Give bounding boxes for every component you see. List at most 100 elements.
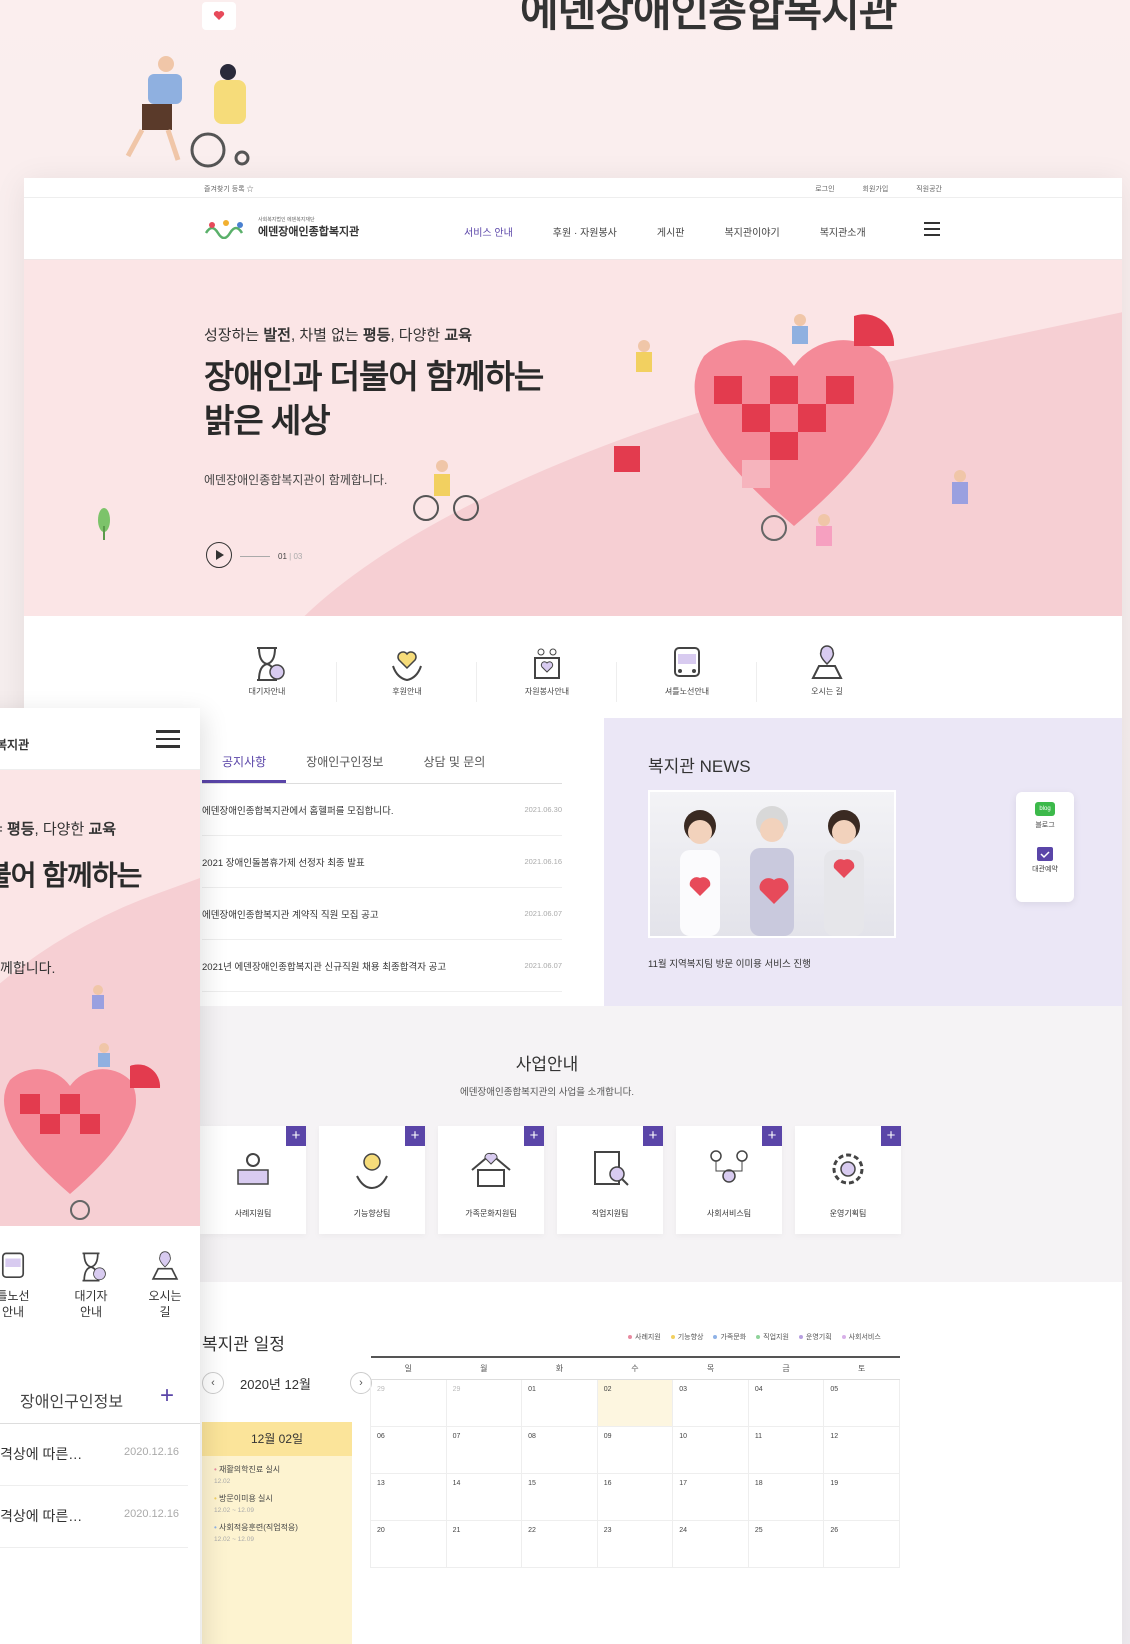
- mobile-hamburger-icon[interactable]: [156, 730, 180, 753]
- event-item[interactable]: • 방문이미용 실시 12.02 ~ 12.09: [202, 1485, 352, 1514]
- calendar-day[interactable]: 12: [823, 1425, 900, 1474]
- tab-notice[interactable]: 공지사항: [202, 748, 287, 783]
- calendar-day[interactable]: 09: [596, 1425, 674, 1474]
- schedule-section: 복지관 일정 사례지원 기능향상 가족문화 직업지원 운영기획 사회서비스 ‹ …: [202, 1282, 1102, 1644]
- calendar-day[interactable]: 29: [370, 1378, 447, 1427]
- notice-row[interactable]: 2021 장애인돌봄휴가제 선정자 최종 발표 2021.06.16: [202, 836, 562, 888]
- biz-card-function[interactable]: + 기능향상팀: [319, 1126, 425, 1234]
- plus-icon[interactable]: +: [643, 1126, 663, 1146]
- couple-wheelchair-illustration: [125, 2, 250, 168]
- menu-service[interactable]: 서비스 안내: [464, 224, 513, 239]
- site-logo[interactable]: 사회복지법인 에덴복지재단 에덴장애인종합복지관: [204, 216, 359, 239]
- bookmark-link[interactable]: 즐겨찾기 등록 ☆: [204, 184, 254, 194]
- event-item[interactable]: • 사회적응훈련(직업적응) 12.02 ~ 12.09: [202, 1514, 352, 1543]
- gear-icon: [832, 1153, 864, 1185]
- document-search-icon: [594, 1151, 629, 1186]
- join-link[interactable]: 회원가입: [863, 186, 889, 193]
- menu-about[interactable]: 복지관소개: [820, 224, 866, 239]
- calendar-day[interactable]: 18: [747, 1472, 825, 1521]
- notice-row[interactable]: 에덴장애인종합복지관에서 홈헬퍼를 모집합니다. 2021.06.30: [202, 784, 562, 836]
- calendar-day[interactable]: 02: [596, 1378, 674, 1427]
- calendar-day[interactable]: 26: [823, 1519, 900, 1568]
- biz-card-job[interactable]: + 직업지원팀: [557, 1126, 663, 1234]
- calendar-day[interactable]: 03: [672, 1378, 749, 1427]
- blog-link[interactable]: blog 블로그: [1016, 792, 1074, 830]
- notice-row[interactable]: 에덴장애인종합복지관 계약직 직원 모집 공고 2021.06.07: [202, 888, 562, 940]
- tab-jobs[interactable]: 장애인구인정보: [286, 748, 403, 783]
- weekday-header: 금: [748, 1356, 824, 1380]
- calendar-day[interactable]: 14: [445, 1472, 523, 1521]
- calendar-day[interactable]: 11: [747, 1425, 825, 1474]
- news-photo[interactable]: [648, 790, 896, 938]
- bus-icon: [674, 647, 700, 677]
- mobile-quick-waitlist[interactable]: 대기자 안내: [56, 1250, 126, 1320]
- plus-icon[interactable]: +: [160, 1382, 174, 1410]
- mobile-list-item[interactable]: 격상에 따른… 2020.12.16: [0, 1424, 188, 1486]
- menu-donation[interactable]: 후원 · 자원봉사: [553, 224, 617, 239]
- calendar-day[interactable]: 29: [445, 1378, 523, 1427]
- hero-title: 장애인과 더불어 함께하는 밝은 세상: [204, 358, 544, 439]
- quick-waitlist[interactable]: 대기자안내: [222, 644, 312, 697]
- calendar-day[interactable]: 01: [521, 1378, 598, 1427]
- biz-card-planning[interactable]: + 운영기획팀: [795, 1126, 901, 1234]
- calendar-day[interactable]: 20: [370, 1519, 447, 1568]
- mobile-quick-directions[interactable]: 오시는 길: [130, 1250, 200, 1320]
- notice-board: 공지사항 장애인구인정보 상담 및 문의 에덴장애인종합복지관에서 홈헬퍼를 모…: [202, 748, 562, 992]
- calendar-day[interactable]: 15: [521, 1472, 598, 1521]
- calendar-day[interactable]: 06: [370, 1425, 447, 1474]
- mobile-list-item[interactable]: 격상에 따른… 2020.12.16: [0, 1486, 188, 1548]
- tab-inquiry[interactable]: 상담 및 문의: [403, 748, 505, 783]
- calendar-day[interactable]: 19: [823, 1472, 900, 1521]
- calendar-day[interactable]: 22: [521, 1519, 598, 1568]
- calendar-day[interactable]: 05: [823, 1378, 900, 1427]
- calendar-day[interactable]: 13: [370, 1472, 447, 1521]
- calendar-day[interactable]: 24: [672, 1519, 749, 1568]
- prev-month-button[interactable]: ‹: [202, 1372, 224, 1394]
- calendar-day[interactable]: 21: [445, 1519, 523, 1568]
- hero-play-button[interactable]: [206, 542, 232, 568]
- mobile-jobs-tab[interactable]: 장애인구인정보 +: [0, 1372, 200, 1424]
- login-link[interactable]: 로그인: [815, 186, 834, 193]
- calendar-day[interactable]: 16: [596, 1472, 674, 1521]
- hero-kicker: 성장하는 발전, 차별 없는 평등, 다양한 교육: [204, 327, 472, 344]
- map-pin-icon: [811, 645, 843, 679]
- weekday-header: 목: [672, 1356, 749, 1380]
- news-section: 복지관 NEWS 11월 지역복지팀 방문 이미용 서비스 진행 blog 블로…: [604, 718, 1122, 1006]
- mobile-quick-shuttle[interactable]: 틀노선 안내: [0, 1250, 48, 1320]
- menu-board[interactable]: 게시판: [657, 224, 685, 239]
- weekday-header: 화: [521, 1356, 598, 1380]
- quick-donation[interactable]: 후원안내: [362, 644, 452, 697]
- biz-card-family[interactable]: + 가족문화지원팀: [438, 1126, 544, 1234]
- quick-shuttle[interactable]: 셔틀노선안내: [642, 644, 732, 697]
- hero-pager: 01 | 03: [240, 552, 302, 561]
- plus-icon[interactable]: +: [881, 1126, 901, 1146]
- plus-icon[interactable]: +: [286, 1126, 306, 1146]
- hourglass-clock-icon: [82, 1252, 106, 1282]
- calendar-day[interactable]: 07: [445, 1425, 523, 1474]
- next-month-button[interactable]: ›: [350, 1372, 372, 1394]
- menu-story[interactable]: 복지관이야기: [724, 224, 779, 239]
- calendar-day[interactable]: 04: [747, 1378, 825, 1427]
- notice-row[interactable]: 2021년 에덴장애인종합복지관 신규직원 채용 최종합격자 공고 2021.06…: [202, 940, 562, 992]
- plus-icon[interactable]: +: [762, 1126, 782, 1146]
- staff-link[interactable]: 직원공간: [916, 186, 942, 193]
- logo-mark-icon: [204, 219, 244, 239]
- plus-icon[interactable]: +: [405, 1126, 425, 1146]
- schedule-legend: 사례지원 기능향상 가족문화 직업지원 운영기획 사회서비스: [620, 1332, 881, 1342]
- calendar-day[interactable]: 08: [521, 1425, 598, 1474]
- calendar-day[interactable]: 25: [747, 1519, 825, 1568]
- quick-volunteer[interactable]: 자원봉사안내: [502, 644, 592, 697]
- hamburger-menu-icon[interactable]: [924, 222, 940, 236]
- reservation-link[interactable]: 대관예약: [1016, 844, 1074, 874]
- calendar-day[interactable]: 10: [672, 1425, 749, 1474]
- biz-card-social[interactable]: + 사회서비스팀: [676, 1126, 782, 1234]
- hourglass-clock-icon: [257, 647, 285, 681]
- event-item[interactable]: • 재활의학진료 실시 12.02: [202, 1456, 352, 1485]
- heart-hands-icon: [392, 651, 422, 682]
- plus-icon[interactable]: +: [524, 1126, 544, 1146]
- calendar-day[interactable]: 23: [596, 1519, 674, 1568]
- calendar-day[interactable]: 17: [672, 1472, 749, 1521]
- quick-directions[interactable]: 오시는 길: [782, 644, 872, 697]
- mobile-logo[interactable]: 복지관: [0, 736, 29, 753]
- biz-card-case[interactable]: + 사례지원팀: [200, 1126, 306, 1234]
